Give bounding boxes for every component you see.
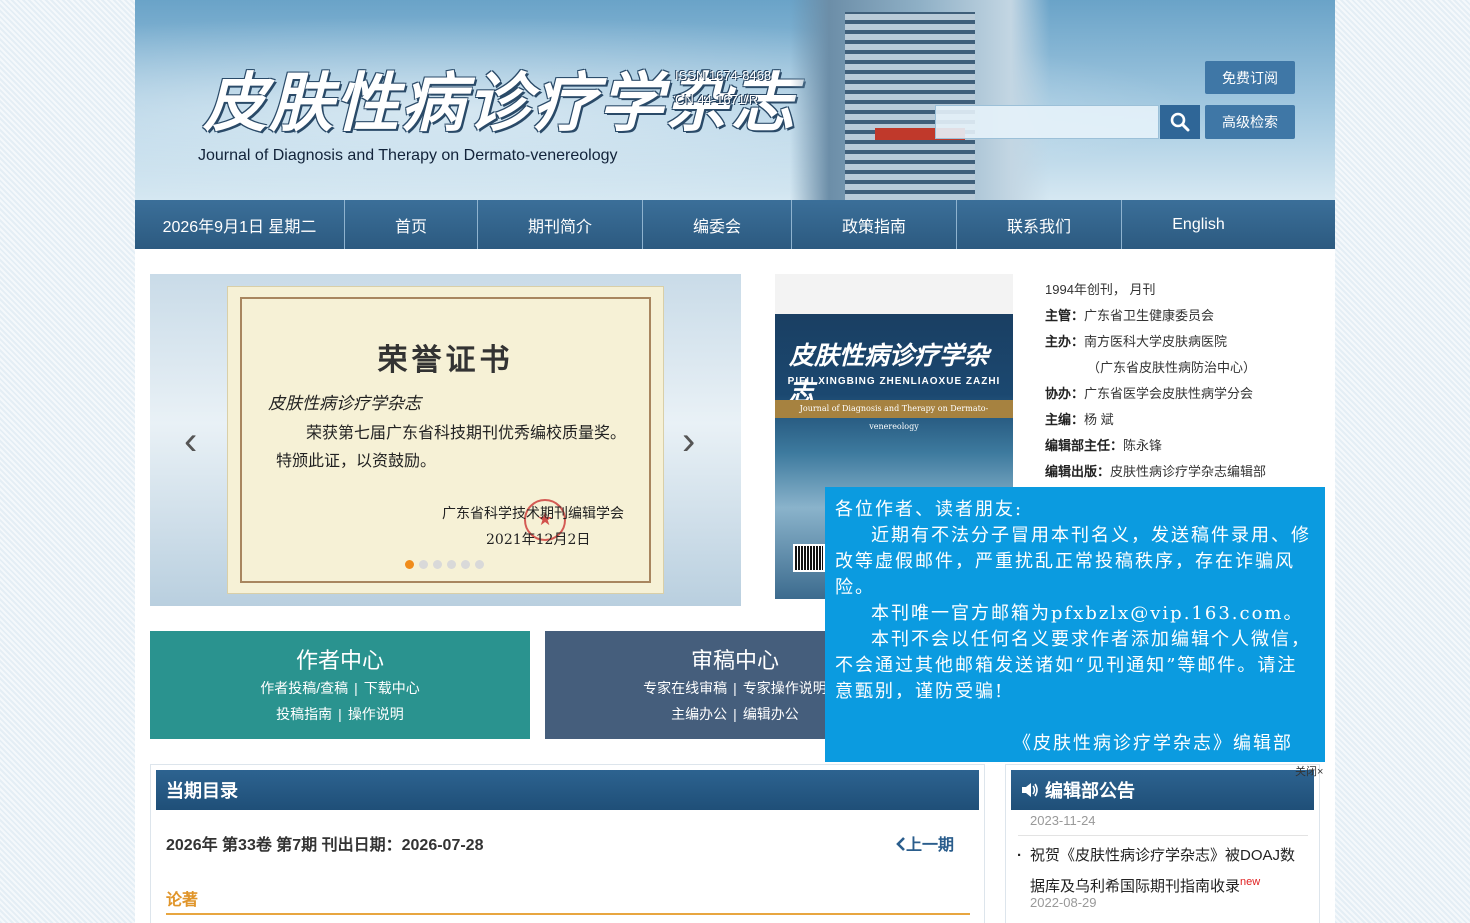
link-submission-guide[interactable]: 投稿指南: [276, 706, 332, 722]
link-chief-editor-office[interactable]: 主编办公: [671, 706, 727, 722]
slider-dot[interactable]: [419, 560, 428, 569]
notice-item[interactable]: 祝贺《皮肤性病诊疗学杂志》被DOAJ数据库及乌利希国际期刊指南收录new: [1017, 843, 1305, 900]
current-issue-title: 当期目录: [156, 770, 979, 810]
issn-text: ISSN 1674-8468: [675, 68, 772, 83]
slider-dot[interactable]: [405, 560, 414, 569]
popup-warning-text: 近期有不法分子冒用本刊名义，发送稿件录用、修改等虚假邮件，严重扰乱正常投稿秩序，…: [835, 525, 1311, 598]
popup-email-text: 本刊唯一官方邮箱为pfxbzlx@vip.163.com。: [871, 603, 1304, 624]
nav-item-editorial-board[interactable]: 编委会: [643, 200, 792, 249]
search-input[interactable]: [935, 105, 1159, 139]
cover-pinyin: PIFU XINGBING ZHENLIAOXUE ZAZHI: [787, 376, 1001, 387]
info-editor: 主编：杨 斌: [1045, 412, 1114, 427]
link-download-center[interactable]: 下载中心: [364, 680, 420, 696]
cover-barcode-icon: [793, 544, 825, 572]
issue-meta: 2026年 第33卷 第7期 刊出日期：2026-07-28: [166, 837, 484, 854]
link-editor-office[interactable]: 编辑办公: [743, 706, 799, 722]
current-issue-panel: 当期目录 2026年 第33卷 第7期 刊出日期：2026-07-28 上一期 …: [150, 764, 985, 923]
nav-item-english[interactable]: English: [1122, 200, 1275, 249]
site-header: 皮肤性病诊疗学杂志 Journal of Diagnosis and Thera…: [135, 0, 1335, 200]
honor-certificate-image: 荣誉证书 皮肤性病诊疗学杂志 荣获第七届广东省科技期刊优秀编校质量奖。 特颁此证…: [227, 286, 664, 594]
hospital-building-image: [790, 0, 1050, 200]
info-director: 编辑部主任：陈永锋: [1045, 438, 1163, 453]
page: 皮肤性病诊疗学杂志 Journal of Diagnosis and Thera…: [135, 0, 1335, 923]
notice-date: 2022-08-29: [1030, 895, 1097, 910]
prev-issue-link[interactable]: 上一期: [896, 831, 954, 855]
notice-divider: [1018, 835, 1308, 836]
image-slider[interactable]: 荣誉证书 皮肤性病诊疗学杂志 荣获第七届广东省科技期刊优秀编校质量奖。 特颁此证…: [150, 274, 741, 606]
cover-top-strip: [775, 274, 1013, 314]
issn-block: ISSN 1674-8468 CN 44-1671/R: [675, 64, 771, 112]
nav-item-policy[interactable]: 政策指南: [792, 200, 957, 249]
popup-greeting: 各位作者、读者朋友:: [835, 499, 1024, 520]
announcement-title: 编辑部公告: [1045, 781, 1135, 801]
journal-title-en: Journal of Diagnosis and Therapy on Derm…: [198, 147, 618, 164]
popup-signature: 《皮肤性病诊疗学杂志》编辑部: [1013, 733, 1293, 754]
cover-title: 皮肤性病诊疗学杂志: [789, 341, 990, 406]
info-co-sponsor: 协办：广东省医学会皮肤性病学分会: [1045, 386, 1254, 401]
author-center-title[interactable]: 作者中心: [150, 643, 530, 673]
slider-dot[interactable]: [447, 560, 456, 569]
free-subscribe-button[interactable]: 免费订阅: [1205, 61, 1295, 94]
certificate-line-2: 荣获第七届广东省科技期刊优秀编校质量奖。: [306, 423, 627, 442]
slider-pagination: [405, 560, 484, 569]
section-divider: [166, 913, 970, 915]
new-badge: new: [1240, 876, 1261, 888]
author-center-panel: 作者中心 作者投稿/查稿 | 下载中心 投稿指南 | 操作说明: [150, 631, 530, 739]
info-supervisor: 主管：广东省卫生健康委员会: [1045, 308, 1215, 323]
certificate-title: 荣誉证书: [377, 343, 514, 378]
announcement-title-bar: 编辑部公告: [1011, 770, 1314, 810]
popup-close-button[interactable]: 关闭×: [1295, 763, 1323, 779]
search-button[interactable]: [1160, 105, 1200, 139]
info-sponsor: 主办：南方医科大学皮肤病医院: [1045, 334, 1228, 349]
certificate-line-1: 皮肤性病诊疗学杂志: [268, 394, 421, 414]
search-icon: [1170, 112, 1190, 132]
slider-dot[interactable]: [461, 560, 470, 569]
certificate-line-3: 特颁此证，以资鼓励。: [276, 451, 437, 470]
nav-date: 2026年9月1日 星期二: [135, 200, 345, 249]
info-sponsor-2: （广东省皮肤性病防治中心）: [1087, 360, 1257, 375]
certificate-issuer: 广东省科学技术期刊编辑学会: [442, 506, 624, 522]
slider-dot[interactable]: [475, 560, 484, 569]
journal-info: 1994年创刊， 月刊 主管：广东省卫生健康委员会 主办：南方医科大学皮肤病医院…: [1045, 277, 1266, 485]
popup-notice-text: 本刊不会以任何名义要求作者添加编辑个人微信，不会通过其他邮箱发送诸如“见刊通知”…: [835, 629, 1311, 702]
nav-item-about[interactable]: 期刊简介: [478, 200, 643, 249]
link-author-submit[interactable]: 作者投稿/查稿: [260, 680, 348, 696]
section-label: 论著: [166, 892, 199, 909]
slider-next-arrow-icon[interactable]: ›: [682, 421, 695, 461]
cover-english-title: Journal of Diagnosis and Therapy on Derm…: [775, 400, 1013, 431]
main-nav: 2026年9月1日 星期二 首页 期刊简介 编委会 政策指南 联系我们 Engl…: [135, 200, 1335, 249]
link-author-instructions[interactable]: 操作说明: [348, 706, 404, 722]
notice-date: 2023-11-24: [1030, 813, 1096, 828]
info-publisher: 编辑出版：皮肤性病诊疗学杂志编辑部: [1045, 464, 1267, 479]
cn-text: CN 44-1671/R: [675, 92, 759, 107]
fraud-warning-popup: 各位作者、读者朋友: 近期有不法分子冒用本刊名义，发送稿件录用、修改等虚假邮件，…: [825, 487, 1325, 762]
nav-item-contact[interactable]: 联系我们: [957, 200, 1122, 249]
link-reviewer-instructions[interactable]: 专家操作说明: [743, 680, 827, 696]
link-online-review[interactable]: 专家在线审稿: [643, 680, 727, 696]
slider-dot[interactable]: [433, 560, 442, 569]
nav-item-home[interactable]: 首页: [345, 200, 478, 249]
advanced-search-button[interactable]: 高级检索: [1205, 105, 1295, 139]
info-founded: 1994年创刊， 月刊: [1045, 282, 1156, 297]
speaker-icon: [1022, 783, 1038, 797]
certificate-date: 2021年12月2日: [486, 532, 591, 548]
announcement-panel: 编辑部公告 2023-11-24 祝贺《皮肤性病诊疗学杂志》被DOAJ数据库及乌…: [1005, 764, 1320, 923]
slider-prev-arrow-icon[interactable]: ‹: [184, 421, 197, 461]
chevron-left-icon: [896, 837, 905, 851]
